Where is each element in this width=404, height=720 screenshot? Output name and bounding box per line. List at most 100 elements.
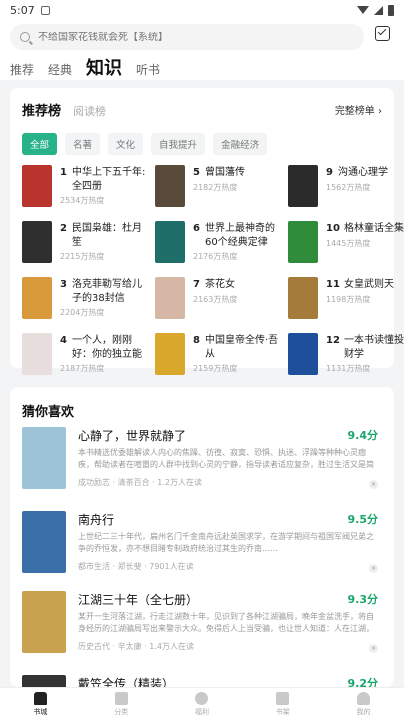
book-meta: 成功励志 · 清茶百合 · 1.2万人在读: [78, 478, 202, 487]
rank-book-title: 中华上下五千年: 全四册: [72, 167, 146, 192]
rank-heat: 2187万热度: [60, 364, 105, 373]
book-title: 南舟行: [78, 513, 115, 527]
book-cover: [22, 591, 66, 653]
rank-item[interactable]: 6 世界上最神奇的60个经典定律 2176万热度: [155, 221, 283, 269]
rank-book-title: 曾国藩传: [205, 167, 245, 178]
rank-heat: 1562万热度: [326, 183, 371, 192]
checkin-icon[interactable]: [375, 26, 390, 41]
book-cover: [22, 221, 52, 263]
book-score: 9.5分: [347, 513, 379, 526]
chip-all[interactable]: 全部: [22, 133, 58, 155]
book-score: 9.3分: [347, 593, 379, 606]
full-ranking-link[interactable]: 完整榜单 ›: [335, 102, 382, 117]
book-cover: [155, 277, 185, 319]
chip-classics[interactable]: 名著: [65, 133, 101, 155]
chip-culture[interactable]: 文化: [108, 133, 144, 155]
rank-item[interactable]: 9 沟通心理学 1562万热度: [288, 165, 404, 213]
rank-book-title: 女皇武则天: [344, 279, 394, 290]
gift-icon: [195, 691, 209, 705]
wifi-icon: [357, 6, 369, 14]
dismiss-icon[interactable]: ×: [369, 480, 378, 489]
rank-item[interactable]: 11 女皇武则天 1198万热度: [288, 277, 404, 325]
rank-number: 3: [60, 279, 67, 290]
rank-item[interactable]: 5 曾国藩传 2182万热度: [155, 165, 283, 213]
ranking-grid: 1 中华上下五千年: 全四册 2534万热度 2 民国枭雄：杜月笙 2215万热度 3 洛克菲…: [22, 165, 404, 385]
top-bar: 推荐 经典 知识 听书: [0, 20, 404, 80]
category-icon: [114, 691, 128, 705]
ranking-filters: 全部 名著 文化 自我提升 金融经济: [22, 133, 382, 155]
tab-knowledge[interactable]: 知识: [86, 54, 122, 82]
rank-heat: 2182万热度: [193, 183, 238, 192]
rank-item[interactable]: 12 一本书读懂投资财学 1131万热度: [288, 333, 404, 381]
rank-book-title: 一个人，刚刚好：你的独立能力...: [72, 335, 142, 360]
book-item[interactable]: 心静了，世界就静了 9.4分 本书精选优委雄解读人内心的焦躁、彷徨、寂寞、恐惧、执迷…: [22, 427, 382, 507]
book-cover: [155, 165, 185, 207]
bookshelf-icon: [276, 691, 290, 705]
nav-item-bookstore[interactable]: 书城: [0, 688, 81, 720]
book-meta: 历史古代 · 辛太康 · 1.4万人在读: [78, 642, 194, 651]
nav-item-category[interactable]: 分类: [81, 688, 162, 720]
status-time: 5:07: [10, 3, 35, 17]
book-title: 江湖三十年（全七册）: [78, 593, 199, 607]
rank-book-title: 沟通心理学: [338, 167, 388, 178]
rank-item[interactable]: 2 民国枭雄：杜月笙 2215万热度: [22, 221, 150, 269]
book-cover: [288, 165, 318, 207]
ranking-title[interactable]: 推荐榜: [22, 100, 61, 119]
book-cover: [22, 427, 66, 489]
rank-item[interactable]: 3 洛克菲勒写给儿子的38封信 2204万热度: [22, 277, 150, 325]
rank-book-title: 世界上最神奇的60个经典定律: [205, 223, 275, 248]
search-bar[interactable]: [10, 24, 364, 50]
book-description: 本书精选优委雄解读人内心的焦躁、彷徨、寂寞、恐惧、执迷、浮躁等种种心灵痼疾，帮助…: [78, 448, 374, 469]
chip-self-improvement[interactable]: 自我提升: [151, 133, 206, 155]
rank-heat: 2204万热度: [60, 308, 105, 317]
book-meta: 都市生活 · 郑长斐 · 7901人在读: [78, 562, 194, 571]
tab-classic[interactable]: 经典: [48, 61, 72, 82]
rank-heat: 2159万热度: [193, 364, 238, 373]
rank-number: 10: [326, 223, 340, 234]
book-cover: [22, 333, 52, 375]
bottom-nav: 书城 分类 福利 书架 我的: [0, 687, 404, 720]
rank-number: 7: [193, 279, 200, 290]
home-icon: [33, 691, 47, 705]
tab-audiobook[interactable]: 听书: [136, 61, 160, 82]
guess-title: 猜你喜欢: [22, 405, 75, 420]
notification-icon: [40, 5, 50, 15]
status-bar: 5:07: [0, 0, 404, 20]
ranking-subtitle[interactable]: 阅读榜: [73, 103, 106, 119]
rank-item[interactable]: 4 一个人，刚刚好：你的独立能力... 2187万热度: [22, 333, 150, 381]
rank-number: 5: [193, 167, 200, 178]
dismiss-icon[interactable]: ×: [369, 564, 378, 573]
rank-book-title: 洛克菲勒写给儿子的38封信: [72, 279, 142, 304]
rank-book-title: 一本书读懂投资财学: [344, 335, 404, 360]
rank-number: 2: [60, 223, 67, 234]
ranking-card: 推荐榜 阅读榜 完整榜单 › 全部 名著 文化 自我提升 金融经济 1 中华上下五…: [10, 88, 404, 375]
rank-heat: 1198万热度: [326, 295, 371, 304]
book-cover: [288, 333, 318, 375]
book-description: 某开一生河落江湖，行走江湖数十年，见识到了各种江湖骗局，晚年金盆洗手，将自身经历…: [78, 612, 374, 633]
rank-item[interactable]: 7 茶花女 2163万热度: [155, 277, 283, 325]
nav-item-welfare[interactable]: 福利: [162, 688, 243, 720]
rank-item[interactable]: 10 格林童话全集 1445万热度: [288, 221, 404, 269]
book-cover: [22, 511, 66, 573]
book-title: 心静了，世界就静了: [78, 429, 187, 443]
book-cover: [288, 277, 318, 319]
book-item[interactable]: 南舟行 9.5分上世纪二三十年代，扁州名门千金南舟远赴英国求学，在游学期间与祖国军…: [22, 511, 382, 591]
chip-finance[interactable]: 金融经济: [213, 133, 268, 155]
nav-item-profile[interactable]: 我的: [323, 688, 404, 720]
signal-icon: [374, 5, 383, 15]
guess-you-like-card: 猜你喜欢 心静了，世界就静了 9.4分 本书精选优委雄解读人内心的焦躁、彷徨、寂寞、…: [10, 387, 394, 720]
dismiss-icon[interactable]: ×: [369, 644, 378, 653]
rank-book-title: 民国枭雄：杜月笙: [72, 223, 142, 248]
book-description: 上世纪二三十年代，扁州名门千金南舟远赴英国求学，在游学期间与祖国军阀兄弟之争的乔…: [78, 532, 374, 553]
book-cover: [155, 333, 185, 375]
rank-item[interactable]: 8 中国皇帝全传·吾从 2159万热度: [155, 333, 283, 381]
rank-book-title: 格林童话全集: [344, 223, 404, 234]
book-item[interactable]: 江湖三十年（全七册） 9.3分某开一生河落江湖，行走江湖数十年，见识到了各种江湖骗…: [22, 591, 382, 671]
nav-item-bookshelf[interactable]: 书架: [242, 688, 323, 720]
rank-heat: 2534万热度: [60, 196, 105, 205]
tab-recommend[interactable]: 推荐: [10, 61, 34, 82]
rank-item[interactable]: 1 中华上下五千年: 全四册 2534万热度: [22, 165, 150, 213]
book-cover: [22, 277, 52, 319]
rank-number: 1: [60, 167, 67, 178]
search-input[interactable]: [38, 31, 338, 43]
